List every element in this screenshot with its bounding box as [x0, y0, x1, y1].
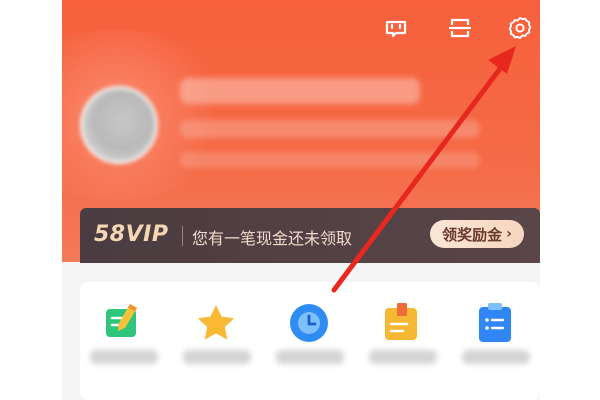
chevron-right-icon: ›: [506, 226, 512, 242]
shortcut-favorites[interactable]: [189, 296, 243, 350]
vip-logo: 58VIP: [94, 222, 169, 247]
shortcut-label-placeholder: [183, 350, 251, 364]
shortcut-folder[interactable]: [375, 296, 429, 350]
settings-icon[interactable]: [504, 12, 536, 44]
profile-stats-labels-placeholder: [180, 152, 480, 168]
claim-reward-button[interactable]: 领奖励金 ›: [430, 220, 524, 248]
clipboard-list-icon: [479, 303, 511, 342]
star-icon: [197, 305, 235, 340]
shortcut-clipboard[interactable]: [468, 296, 522, 350]
vip-banner[interactable]: 58VIP 您有一笔现金还未领取 领奖励金 ›: [80, 208, 540, 263]
folder-icon: [385, 303, 417, 340]
notebook-pencil-icon: [106, 304, 137, 337]
profile-stats-placeholder: [180, 120, 480, 138]
scan-icon[interactable]: [444, 12, 476, 44]
claim-reward-label: 领奖励金: [442, 225, 503, 244]
vip-divider: [182, 226, 183, 246]
clock-icon: [290, 304, 328, 342]
shortcuts-card: [80, 282, 540, 400]
shortcut-label-placeholder: [462, 350, 530, 364]
phone-screen: 58VIP 您有一笔现金还未领取 领奖励金 ›: [62, 0, 540, 400]
shortcut-label-placeholder: [276, 350, 344, 364]
shortcut-label-placeholder: [369, 350, 437, 364]
shortcut-notebook[interactable]: [96, 296, 150, 350]
shortcut-label-placeholder: [90, 350, 158, 364]
username-placeholder: [180, 78, 420, 104]
vip-message: 您有一笔现金还未领取: [192, 229, 353, 248]
customer-service-icon[interactable]: [380, 12, 412, 44]
shortcut-history[interactable]: [282, 296, 336, 350]
avatar[interactable]: [80, 86, 158, 164]
